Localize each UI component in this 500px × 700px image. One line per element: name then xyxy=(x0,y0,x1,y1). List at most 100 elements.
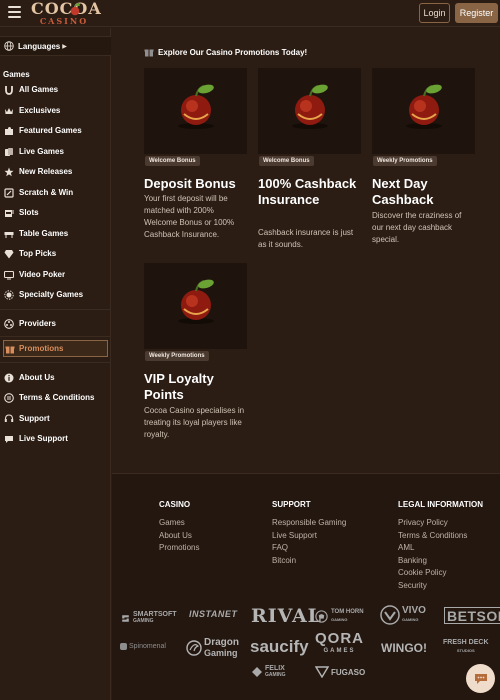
sidebar-item-label: Specialty Games xyxy=(19,290,84,299)
sidebar-item-label: Slots xyxy=(19,208,39,217)
sidebar-item-label: Live Support xyxy=(19,434,68,443)
sidebar-item-live-support[interactable]: Live Support xyxy=(0,429,111,448)
sidebar-item-label: Support xyxy=(19,414,50,423)
promo-image[interactable] xyxy=(372,68,475,154)
footer-link[interactable]: AML xyxy=(398,542,483,555)
provider-logo-dragon[interactable]: Dragon Gaming xyxy=(186,638,239,658)
diamond-icon xyxy=(4,249,14,259)
register-button[interactable]: Register xyxy=(455,3,498,23)
promo-image[interactable] xyxy=(144,263,247,349)
footer-heading: LEGAL INFORMATION xyxy=(398,500,484,509)
provider-logo-felix[interactable]: FELIX GAMING xyxy=(251,665,286,679)
provider-subname: GAMING xyxy=(331,617,348,622)
provider-logo-qora[interactable]: QORA GAMES xyxy=(315,631,364,657)
gift-icon xyxy=(5,344,15,354)
provider-name: TOM HORN xyxy=(331,609,364,615)
sidebar-item-about-us[interactable]: About Us xyxy=(0,368,111,387)
footer-heading: SUPPORT xyxy=(272,500,311,509)
promotions-content: Explore Our Casino Promotions Today! Wel… xyxy=(112,28,500,473)
promo-description: Your first deposit will be matched with … xyxy=(144,194,235,239)
cherry-icon xyxy=(406,84,442,129)
provider-logo-freshdeck[interactable]: FRESH DECK STUDIOS xyxy=(443,639,489,655)
sidebar-item-promotions[interactable]: Promotions xyxy=(3,340,108,357)
footer-link[interactable]: Live Support xyxy=(272,530,346,543)
provider-subname: STUDIOS xyxy=(456,648,475,653)
footer-link[interactable]: Responsible Gaming xyxy=(272,517,346,530)
footer-link[interactable]: Promotions xyxy=(159,542,199,555)
footer-link[interactable]: About Us xyxy=(159,530,199,543)
provider-logos: SMARTSOFT GAMING INSTANET RIVAL TOM HORN… xyxy=(112,603,500,700)
sidebar-item-exclusives[interactable]: Exclusives xyxy=(0,101,111,120)
sidebar-item-table-games[interactable]: Table Games xyxy=(0,224,111,243)
sidebar-item-label: Terms & Conditions xyxy=(19,393,95,402)
sidebar-divider xyxy=(0,336,111,337)
star-icon xyxy=(4,167,14,177)
sidebar-item-top-picks[interactable]: Top Picks xyxy=(0,244,111,263)
footer-link[interactable]: Bitcoin xyxy=(272,555,346,568)
promo-image[interactable] xyxy=(144,68,247,154)
cocoa-casino-logo[interactable]: COCOA CASINO xyxy=(31,0,102,27)
sidebar-item-live-games[interactable]: Live Games xyxy=(0,142,111,161)
sidebar-item-terms[interactable]: Terms & Conditions xyxy=(0,388,111,407)
sidebar-item-label: Scratch & Win xyxy=(19,188,74,197)
tomhorn-logo-icon xyxy=(315,609,328,623)
footer-link[interactable]: Security xyxy=(398,580,483,593)
footer: CASINO Games About Us Promotions SUPPORT… xyxy=(112,473,500,700)
cherry-logo-icon xyxy=(70,3,80,16)
footer-support-column: SUPPORT Responsible Gaming Live Support … xyxy=(272,500,346,567)
horseshoe-icon xyxy=(4,85,14,95)
sidebar: Languages ▶ Games All Games Exclusives F… xyxy=(0,28,111,700)
provider-logo-vivo[interactable]: VIVO GAMING xyxy=(380,605,426,625)
support-icon xyxy=(4,414,14,424)
sidebar-item-label: All Games xyxy=(19,85,59,94)
sidebar-divider xyxy=(0,362,111,363)
footer-link[interactable]: Banking xyxy=(398,555,483,568)
logo-subtext: CASINO xyxy=(39,16,89,26)
sidebar-item-new-releases[interactable]: New Releases xyxy=(0,162,111,181)
sidebar-item-providers[interactable]: Providers xyxy=(0,314,111,333)
info-icon xyxy=(4,373,14,383)
provider-logo-spinomenal[interactable]: Spinomenal xyxy=(120,643,166,650)
provider-logo-betsoft[interactable]: BETSOFT xyxy=(444,607,500,624)
sidebar-item-label: About Us xyxy=(19,373,55,382)
provider-logo-saucify[interactable]: saucify xyxy=(250,637,309,657)
sidebar-item-specialty-games[interactable]: Specialty Games xyxy=(0,285,111,304)
footer-link[interactable]: Privacy Policy xyxy=(398,517,483,530)
footer-link[interactable]: Cookie Policy xyxy=(398,567,483,580)
login-button[interactable]: Login xyxy=(419,3,450,23)
slot-machine-icon xyxy=(4,208,14,218)
languages-selector[interactable]: Languages ▶ xyxy=(0,36,111,56)
provider-logo-instanet[interactable]: INSTANET xyxy=(189,609,237,619)
provider-logo-wingo[interactable]: WINGO! xyxy=(381,641,427,655)
sidebar-item-featured-games[interactable]: Featured Games xyxy=(0,121,111,140)
provider-logo-fugaso[interactable]: FUGASO xyxy=(315,666,365,678)
sidebar-item-video-poker[interactable]: Video Poker xyxy=(0,265,111,284)
intro-text: Explore Our Casino Promotions Today! xyxy=(158,47,308,57)
sidebar-item-label: Promotions xyxy=(19,344,64,353)
footer-link[interactable]: Games xyxy=(159,517,199,530)
promo-title: VIP Loyalty Points xyxy=(144,371,214,402)
sidebar-item-support[interactable]: Support xyxy=(0,409,111,428)
promo-badge: Welcome Bonus xyxy=(145,156,200,166)
cherry-icon xyxy=(178,84,214,129)
provider-logo-smartsoft[interactable]: SMARTSOFT GAMING xyxy=(120,611,177,625)
live-chat-button[interactable] xyxy=(466,664,495,693)
sidebar-item-label: Providers xyxy=(19,319,56,328)
footer-link[interactable]: FAQ xyxy=(272,542,346,555)
provider-name: FRESH DECK xyxy=(443,639,489,646)
sidebar-item-slots[interactable]: Slots xyxy=(0,203,111,222)
hamburger-menu-icon[interactable] xyxy=(8,6,21,18)
sidebar-item-label: Table Games xyxy=(19,229,69,238)
provider-logo-tomhorn[interactable]: TOM HORN GAMING xyxy=(315,609,364,623)
promo-image[interactable] xyxy=(258,68,361,154)
scratch-card-icon xyxy=(4,188,14,198)
provider-logo-rival[interactable]: RIVAL xyxy=(251,605,322,627)
logo-text: COCOA xyxy=(31,0,102,18)
sidebar-item-label: Featured Games xyxy=(19,126,82,135)
sidebar-item-all-games[interactable]: All Games xyxy=(0,80,111,99)
provider-name: Dragon xyxy=(204,637,239,648)
footer-link[interactable]: Terms & Conditions xyxy=(398,530,483,543)
provider-subname: GAMING xyxy=(402,617,419,622)
video-poker-icon xyxy=(4,270,14,280)
sidebar-item-scratch-win[interactable]: Scratch & Win xyxy=(0,183,111,202)
